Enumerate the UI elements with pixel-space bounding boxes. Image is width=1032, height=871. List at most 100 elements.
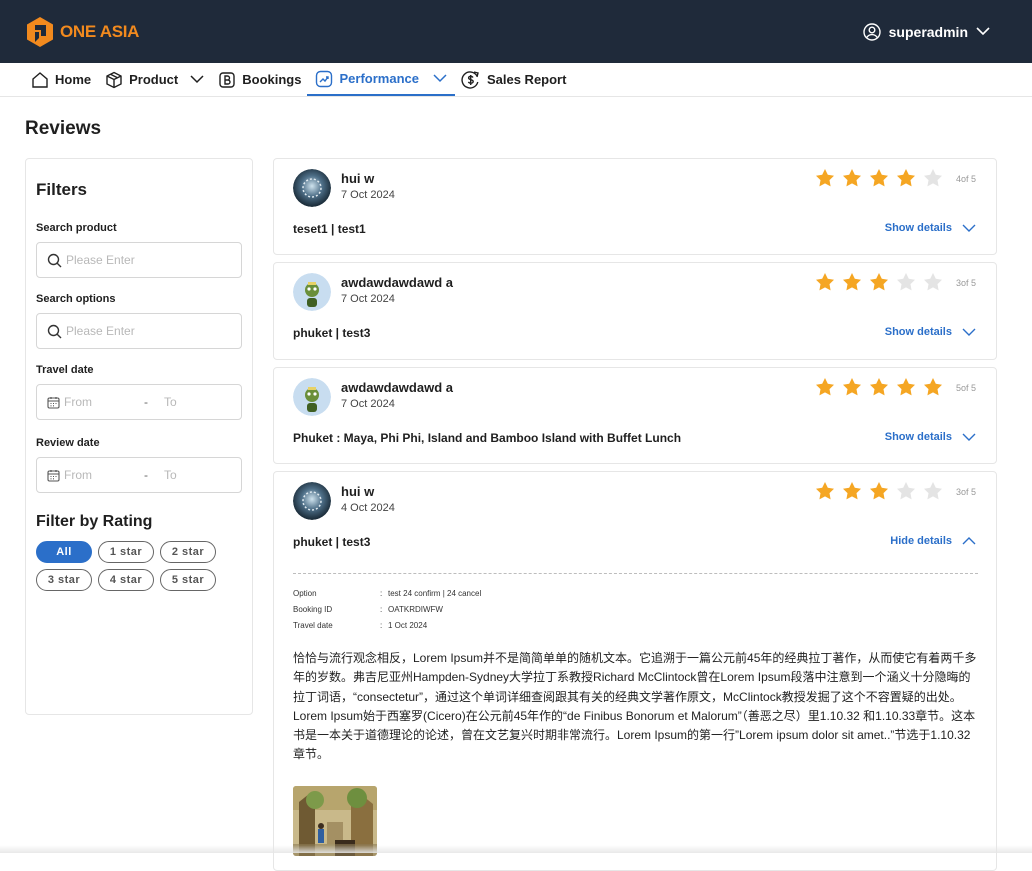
detail-value: OATKRDIWFW — [388, 605, 443, 614]
detail-row-travel-date: Travel date : 1 Oct 2024 — [293, 617, 978, 633]
rating-score: 3of 5 — [956, 487, 976, 497]
star-empty-icon — [923, 272, 943, 292]
review-date: 7 Oct 2024 — [341, 189, 395, 201]
show-details-button[interactable]: Show details — [885, 222, 976, 234]
main-nav: Home Product Bookings Performance Sales … — [0, 63, 1032, 97]
review-title: Phuket : Maya, Phi Phi, Island and Bambo… — [293, 431, 681, 445]
travel-date-to[interactable]: To — [164, 395, 177, 409]
star-filled-icon — [869, 168, 889, 188]
star-filled-icon — [815, 377, 835, 397]
chip-3-star[interactable]: 3 star — [36, 569, 92, 591]
star-filled-icon — [869, 481, 889, 501]
travel-date-range[interactable]: From - To — [36, 384, 242, 420]
page-title: Reviews — [25, 118, 101, 140]
travel-date-label: Travel date — [36, 364, 242, 376]
scroll-fade — [0, 845, 1032, 853]
chevron-down-icon — [962, 224, 976, 232]
rating-score: 5of 5 — [956, 383, 976, 393]
rating-score: 3of 5 — [956, 278, 976, 288]
nav-bookings[interactable]: Bookings — [218, 63, 309, 96]
user-circle-icon — [863, 23, 881, 41]
show-details-button[interactable]: Show details — [885, 326, 976, 338]
star-rating — [815, 272, 943, 292]
chip-2-star[interactable]: 2 star — [160, 541, 216, 563]
hide-details-button[interactable]: Hide details — [890, 535, 976, 547]
user-menu[interactable]: superadmin — [863, 23, 1006, 41]
chip-all[interactable]: All — [36, 541, 92, 563]
review-card: awdawdawdawd a 7 Oct 2024 3of 5 phuket |… — [273, 262, 997, 360]
chevron-down-icon — [433, 74, 447, 83]
chevron-down-icon — [976, 27, 990, 36]
reviewer-name: hui w — [341, 171, 374, 186]
detail-key: Booking ID — [293, 605, 380, 614]
review-description: 恰恰与流行观念相反，Lorem Ipsum并不是简简单单的随机文本。它追溯于一篇… — [293, 649, 978, 765]
star-filled-icon — [842, 168, 862, 188]
review-title: phuket | test3 — [293, 535, 370, 549]
search-product-label: Search product — [36, 222, 242, 234]
star-filled-icon — [896, 377, 916, 397]
avatar — [293, 482, 331, 520]
travel-date-from[interactable]: From — [64, 395, 140, 409]
toggle-label: Hide details — [890, 535, 952, 547]
show-details-button[interactable]: Show details — [885, 431, 976, 443]
top-header: ONE ASIA superadmin — [0, 0, 1032, 63]
username: superadmin — [889, 24, 968, 40]
star-filled-icon — [896, 168, 916, 188]
filters-panel: Filters Search product Please Enter Sear… — [25, 158, 253, 715]
calendar-icon — [47, 469, 60, 482]
chip-4-star[interactable]: 4 star — [98, 569, 154, 591]
detail-value: 1 Oct 2024 — [388, 621, 427, 630]
review-date-to[interactable]: To — [164, 468, 177, 482]
search-options-input[interactable]: Please Enter — [36, 313, 242, 349]
review-date-from[interactable]: From — [64, 468, 140, 482]
chevron-down-icon — [962, 328, 976, 336]
avatar — [293, 169, 331, 207]
nav-sales-report[interactable]: Sales Report — [461, 63, 574, 96]
nav-home[interactable]: Home — [31, 63, 99, 96]
review-title: teset1 | test1 — [293, 222, 366, 236]
detail-row-booking-id: Booking ID : OATKRDIWFW — [293, 601, 978, 617]
star-filled-icon — [869, 377, 889, 397]
chip-5-star[interactable]: 5 star — [160, 569, 216, 591]
review-date: 7 Oct 2024 — [341, 293, 395, 305]
review-card-expanded: hui w 4 Oct 2024 3of 5 phuket | test3 Hi… — [273, 471, 997, 871]
detail-value: test 24 confirm | 24 cancel — [388, 589, 481, 598]
search-options-placeholder: Please Enter — [66, 324, 135, 338]
brand-name: ONE ASIA — [60, 22, 139, 42]
brand-logo[interactable]: ONE ASIA — [26, 16, 139, 48]
rating-chips: All 1 star 2 star 3 star 4 star 5 star — [36, 541, 242, 591]
star-filled-icon — [842, 481, 862, 501]
search-icon — [47, 253, 62, 268]
reviewer-name: awdawdawdawd a — [341, 380, 453, 395]
star-rating — [815, 377, 943, 397]
date-separator: - — [144, 395, 160, 409]
avatar — [293, 378, 331, 416]
trend-chart-icon — [315, 70, 333, 88]
search-icon — [47, 324, 62, 339]
star-empty-icon — [923, 168, 943, 188]
chevron-down-icon — [962, 433, 976, 441]
home-icon — [31, 71, 49, 89]
nav-home-label: Home — [55, 72, 91, 87]
chevron-up-icon — [962, 537, 976, 545]
nav-product[interactable]: Product — [105, 63, 212, 96]
chip-1-star[interactable]: 1 star — [98, 541, 154, 563]
search-options-label: Search options — [36, 293, 242, 305]
star-rating — [815, 481, 943, 501]
date-separator: - — [144, 468, 160, 482]
nav-performance[interactable]: Performance — [307, 63, 454, 96]
star-empty-icon — [896, 272, 916, 292]
toggle-label: Show details — [885, 222, 952, 234]
detail-sep: : — [380, 589, 388, 598]
review-card: awdawdawdawd a 7 Oct 2024 5of 5 Phuket :… — [273, 367, 997, 464]
rating-score: 4of 5 — [956, 174, 976, 184]
bookings-icon — [218, 71, 236, 89]
review-card: hui w 7 Oct 2024 4of 5 teset1 | test1 Sh… — [273, 158, 997, 255]
star-empty-icon — [896, 481, 916, 501]
logo-mark-icon — [26, 16, 54, 48]
review-date-range[interactable]: From - To — [36, 457, 242, 493]
review-date-label: Review date — [36, 437, 242, 449]
nav-performance-label: Performance — [339, 71, 418, 86]
reviewer-name: awdawdawdawd a — [341, 275, 453, 290]
search-product-input[interactable]: Please Enter — [36, 242, 242, 278]
